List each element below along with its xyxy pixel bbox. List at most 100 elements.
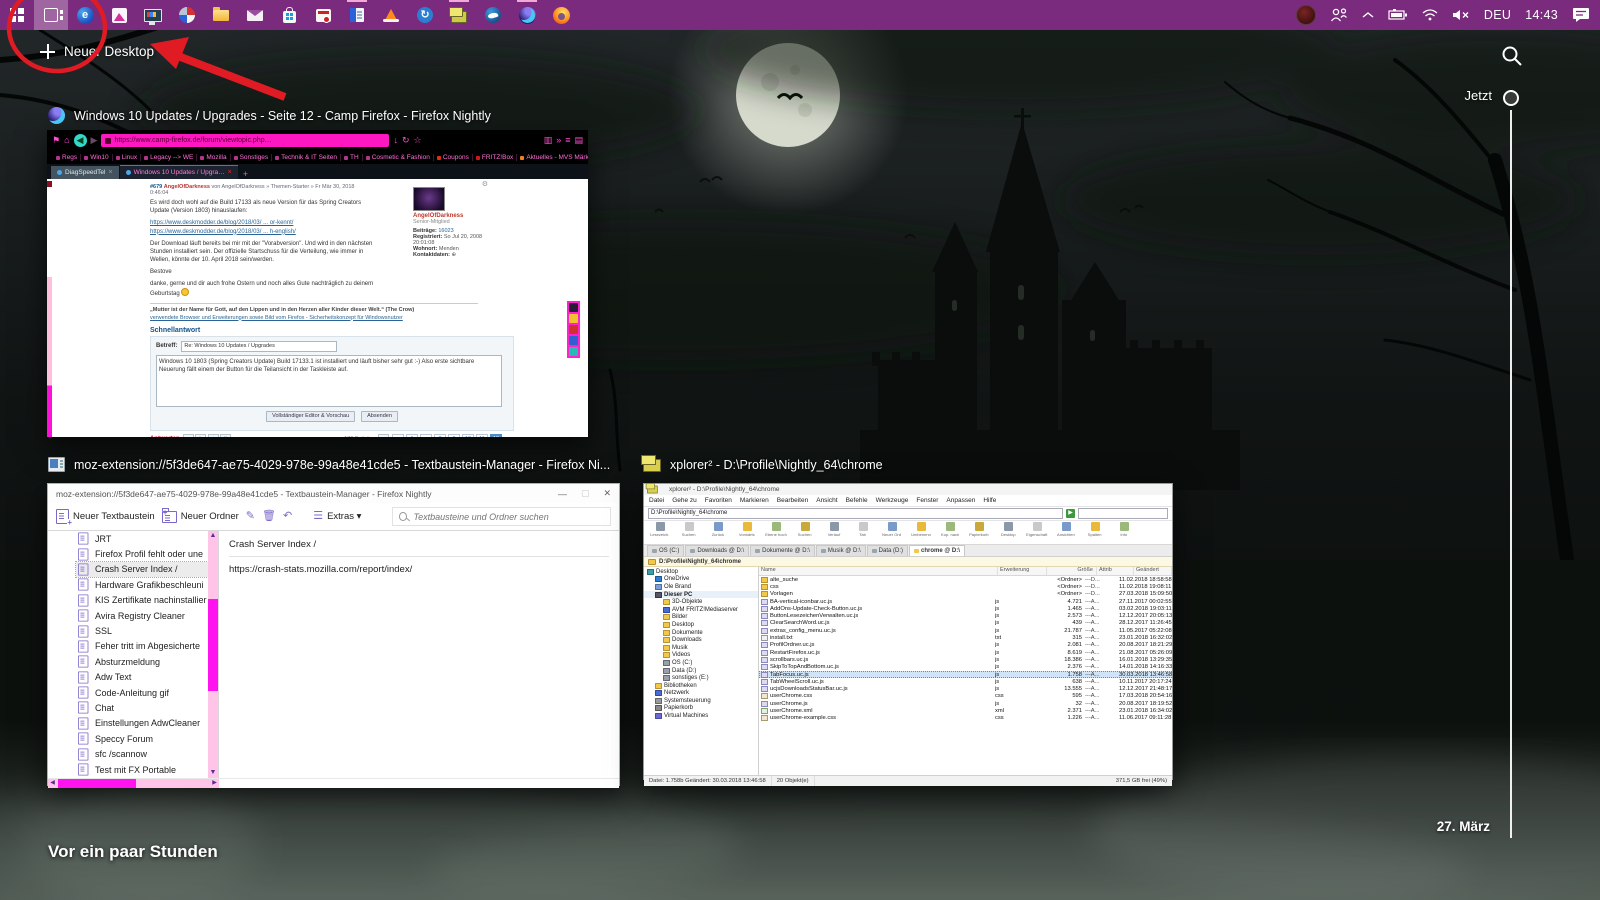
document-icon	[78, 748, 88, 760]
userChrome.js: userChrome.js js 32 ---A... 20.08.2017 1…	[759, 700, 1172, 707]
taskview-icon[interactable]	[34, 0, 68, 30]
library-icon: ▥	[544, 136, 553, 145]
userChrome-example.css: userChrome-example.css css 1.226 ---A...…	[759, 715, 1172, 722]
horizontal-scrollbar: ◀ ▶	[48, 778, 619, 788]
start-icon[interactable]	[0, 0, 34, 30]
subject-label: Betreff:	[156, 343, 177, 349]
snippet-list: JRT Firefox Profil fehlt oder une Crash …	[76, 531, 208, 778]
chevron-up-icon[interactable]	[1362, 11, 1374, 19]
bookmarks-toolbar: RegsWin10LinuxLegacy --> WEMozillaSonsti…	[47, 151, 588, 164]
tree-item: Videos	[644, 652, 758, 660]
language-indicator[interactable]: DEU	[1484, 8, 1511, 22]
bookmark-item: Cosmetic & Fashion	[372, 154, 430, 161]
nightly-icon[interactable]	[510, 0, 544, 30]
subject-input: Re: Windows 10 Updates / Upgrades	[181, 341, 337, 352]
mail-icon[interactable]	[238, 0, 272, 30]
snippet-content: https://crash-stats.mozilla.com/report/i…	[229, 564, 609, 575]
toolbar-button: Ansichten	[1052, 522, 1080, 537]
address-input: D:\Profile\Nightly_64\chrome	[648, 508, 1063, 519]
toolbar-icon	[1120, 522, 1129, 531]
toolbar-icon	[743, 522, 752, 531]
titlebar: moz-extension://5f3de647-ae75-4029-978e-…	[48, 484, 619, 503]
reply-button: Antworten	[150, 436, 180, 437]
document-icon	[78, 563, 88, 575]
thumbnail-firefox-forum[interactable]: ⚑ ⌂ ◀ ▶ https://www.camp-firefox.de/foru…	[47, 130, 588, 437]
close-icon: ✕	[603, 488, 611, 499]
warn-icon: ⚠	[208, 434, 219, 437]
page-number: 11	[476, 434, 488, 437]
timeline-scrollbar[interactable]	[1510, 110, 1512, 838]
status-object-count: 20 Objekt(e)	[772, 776, 815, 786]
back-icon: ◀	[74, 134, 87, 147]
people-icon[interactable]	[1330, 8, 1348, 22]
current-path-header: D:\Profile\Nightly_64\chrome	[644, 557, 1172, 567]
page-number: 10	[462, 434, 474, 437]
userChrome.xml: userChrome.xml xml 2.371 ---A... 23.01.2…	[759, 707, 1172, 714]
battery-icon[interactable]	[1388, 9, 1408, 21]
timeline-now-marker[interactable]	[1503, 90, 1519, 106]
document-icon	[78, 610, 88, 622]
store-icon[interactable]	[272, 0, 306, 30]
snippet-list-item: Speccy Forum	[76, 731, 208, 746]
toolbar-icon	[888, 522, 897, 531]
edge-icon[interactable]	[68, 0, 102, 30]
tree-item: Systemsteuerung	[644, 697, 758, 705]
bird-icon[interactable]	[476, 0, 510, 30]
tab-close-icon: ×	[228, 169, 232, 176]
bookmark-item: FRITZ!Box	[482, 154, 513, 161]
explorer-icon[interactable]	[204, 0, 238, 30]
volume-muted-icon[interactable]	[1452, 9, 1470, 21]
monitor-icon[interactable]	[136, 0, 170, 30]
document-icon	[78, 687, 88, 699]
full-editor-button: Vollständiger Editor & Vorschau	[266, 411, 355, 422]
search-icon[interactable]	[1500, 44, 1524, 68]
pinwheel-icon[interactable]	[170, 0, 204, 30]
window-label-firefox-forum[interactable]: Windows 10 Updates / Upgrades - Seite 12…	[48, 107, 491, 124]
forum-post: #679 AngelOfDarkness von AngelOfDarkness…	[150, 184, 374, 299]
window-label-textbaustein[interactable]: moz-extension://5f3de647-ae75-4029-978e-…	[48, 457, 610, 472]
timeline-now-label: Jetzt	[1465, 88, 1492, 103]
xplorer-icon[interactable]	[442, 0, 476, 30]
wifi-icon[interactable]	[1422, 9, 1438, 21]
column-header: Geändert	[1134, 567, 1172, 575]
css: css <Ordner> ---D... 11.02.2018 19:08:11	[759, 583, 1172, 590]
list-icon: ☰	[313, 511, 323, 522]
toolbar-button: Info	[1110, 522, 1138, 537]
action-center-icon[interactable]	[1572, 7, 1590, 23]
sidebar-icon: ▤	[574, 136, 583, 145]
tree-item: Data (D:)	[644, 667, 758, 675]
snippet-list-item: SSL	[76, 623, 208, 638]
toolbar-button: Desktop	[994, 522, 1022, 537]
tree-item: Dokumente	[644, 629, 758, 637]
new-desktop-button[interactable]: Neuer Desktop	[40, 44, 154, 59]
snippet-list-item: Chat	[76, 700, 208, 715]
tree-item: Bilder	[644, 614, 758, 622]
document-icon	[78, 548, 88, 560]
Vorlagen: Vorlagen <Ordner> ---D... 27.03.2018 15:…	[759, 591, 1172, 598]
office-icon[interactable]	[340, 0, 374, 30]
vlc-icon[interactable]	[374, 0, 408, 30]
page-number: 12	[490, 434, 502, 437]
post-paragraph: danke, gerne und dir auch frohe Ostern u…	[150, 280, 374, 298]
widget-icon	[569, 336, 578, 345]
tree-item: Papierkorb	[644, 705, 758, 713]
photos-icon[interactable]	[102, 0, 136, 30]
snippet-list-item: Hardware Grafikbeschleuni	[76, 577, 208, 592]
sync-icon[interactable]	[408, 0, 442, 30]
folder-tab: Musik @ D:\	[816, 545, 866, 556]
toolbar: Lesezeich. Suchen Zurück Vorwärts	[644, 521, 1172, 545]
firefox-icon[interactable]	[544, 0, 578, 30]
forum-icon[interactable]	[306, 0, 340, 30]
window-label-xplorer[interactable]: xplorer² - D:\Profile\Nightly_64\chrome	[643, 457, 883, 472]
toolbar-button: Kop. nach	[936, 522, 964, 537]
firefox-nightly-icon	[48, 107, 65, 124]
thumbnail-textbaustein-manager[interactable]: moz-extension://5f3de647-ae75-4029-978e-…	[47, 483, 620, 786]
clock[interactable]: 14:43	[1525, 8, 1558, 22]
file-list: Name Erweiterung Größe Attrib Geändert a…	[759, 567, 1172, 775]
document-icon	[78, 625, 88, 637]
widget-icon	[569, 303, 578, 312]
smiley-icon	[181, 288, 189, 296]
thumbnail-xplorer[interactable]: xplorer² - D:\Profile\Nightly_64\chrome …	[643, 483, 1173, 780]
user-avatar-icon[interactable]	[1296, 5, 1316, 25]
toolbar-button: Eigenschaft	[1023, 522, 1051, 537]
